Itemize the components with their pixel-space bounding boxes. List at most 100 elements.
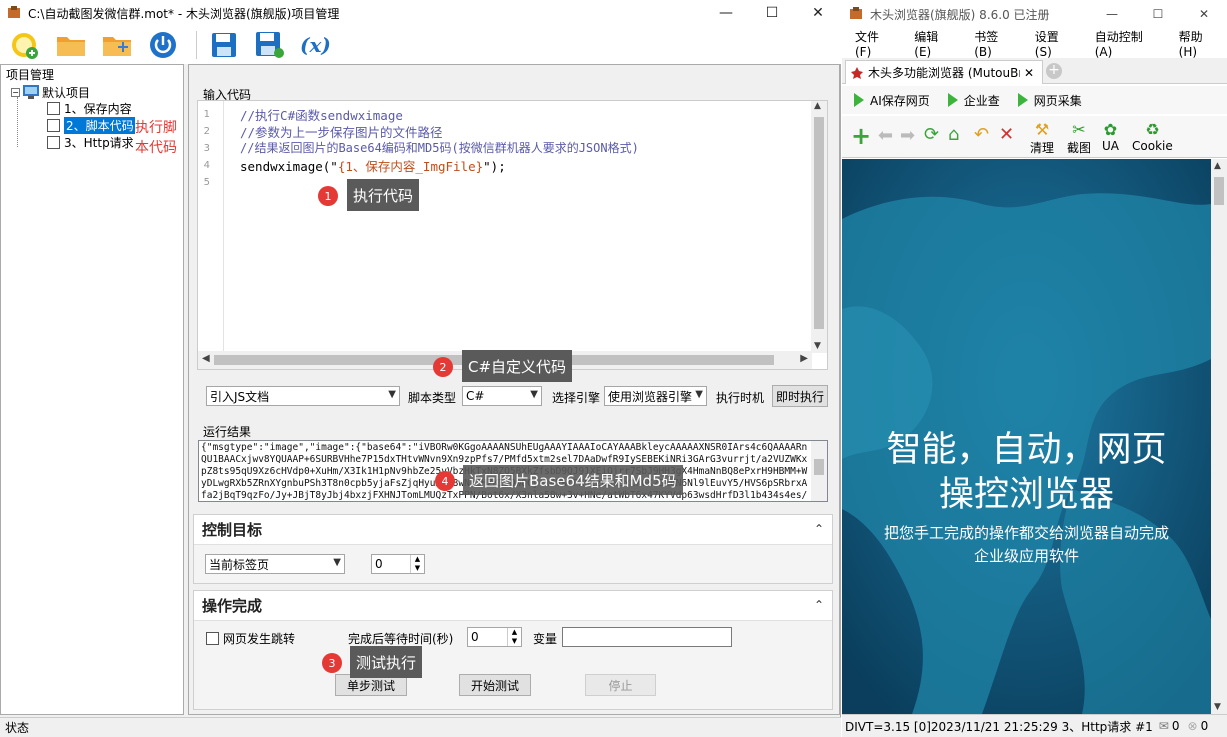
menu-edit[interactable]: 编辑(E) [914, 28, 954, 59]
immediate-run-button[interactable]: 即时执行 [772, 385, 828, 407]
tree-item-checkbox[interactable] [47, 118, 60, 132]
scroll-thumb[interactable] [814, 117, 824, 329]
scissors-icon: ✂ [1072, 120, 1086, 139]
scroll-down-icon[interactable]: ▼ [814, 341, 821, 351]
screenshot-button[interactable]: ✂ 截图 [1067, 120, 1091, 156]
variables-button[interactable]: (x) [299, 28, 333, 62]
scroll-up-icon[interactable]: ▲ [1214, 161, 1221, 171]
browser-status-text: DIVT=3.15 [0]2023/11/21 21:25:29 3、Http请… [845, 719, 1153, 734]
browser-minimize-button[interactable]: — [1089, 0, 1135, 28]
project-tree-title: 项目管理 [6, 68, 55, 82]
power-icon [150, 32, 176, 58]
add-folder-button[interactable] [100, 28, 134, 62]
variable-input[interactable] [562, 627, 732, 647]
recycle-icon: ♻ [1145, 120, 1160, 139]
menu-automation[interactable]: 自动控制(A) [1095, 28, 1159, 59]
import-js-select[interactable]: 引入JS文档 ▼ [206, 386, 400, 406]
stepper-up-icon[interactable]: ▲ [507, 628, 521, 637]
code-line: //结果返回图片的Base64编码和MD5码(按微信群机器人要求的JSON格式) [240, 141, 639, 155]
tab-close-icon[interactable]: ✕ [1024, 66, 1034, 80]
tree-item-script-code[interactable]: 2、脚本代码 [47, 116, 136, 134]
browser-close-button[interactable]: ✕ [1181, 0, 1227, 28]
target-tab-value: 当前标签页 [209, 557, 270, 572]
tree-annotation: 执行脚本代码 [135, 117, 183, 157]
annotation-tip-4: 返回图片Base64结果和Md5码 [463, 465, 683, 495]
fav-company-check[interactable]: 企业查 [947, 92, 1000, 109]
browser-maximize-button[interactable]: ☐ [1135, 0, 1181, 28]
tab-favicon-icon [851, 66, 863, 79]
maximize-button[interactable]: ☐ [749, 0, 795, 26]
open-folder-button[interactable] [54, 28, 88, 62]
browser-tab[interactable]: 木头多功能浏览器 (MutouBro ✕ [845, 60, 1043, 84]
menu-settings[interactable]: 设置(S) [1035, 28, 1075, 59]
menu-help[interactable]: 帮助(H) [1179, 28, 1220, 59]
undo-icon[interactable]: ↶ [974, 124, 989, 145]
target-index-stepper[interactable]: 0 ▲ ▼ [371, 554, 425, 574]
scroll-right-icon[interactable]: ▶ [800, 353, 808, 364]
scroll-thumb[interactable] [814, 459, 824, 475]
collapse-icon[interactable]: ⌃ [814, 522, 824, 536]
stepper-down-icon[interactable]: ▼ [410, 564, 424, 573]
page-jump-checkbox-row[interactable]: 网页发生跳转 [206, 630, 295, 647]
scroll-up-icon[interactable]: ▲ [814, 101, 821, 111]
engine-select[interactable]: 使用浏览器引擎 ▼ [604, 386, 707, 406]
save-as-button[interactable] [253, 28, 287, 62]
minimize-button[interactable]: — [703, 0, 749, 26]
page-jump-label: 网页发生跳转 [223, 632, 296, 646]
result-scrollbar[interactable] [811, 441, 827, 501]
code-editor[interactable]: 1 2 3 4 5 //执行C#函数sendwximage //参数为上一步保存… [197, 100, 828, 370]
collapse-icon[interactable]: ⌃ [814, 598, 824, 612]
refresh-icon[interactable]: ⟳ [924, 124, 939, 145]
forward-arrow-icon[interactable]: ➡ [900, 125, 915, 146]
clean-button[interactable]: ⚒ 清理 [1030, 120, 1054, 156]
error-icon[interactable]: ⊗ [1188, 719, 1198, 733]
browser-title-bar: 木头浏览器(旗舰版) 8.6.0 已注册 — ☐ ✕ [842, 0, 1227, 28]
ua-button[interactable]: ✿ UA [1102, 120, 1119, 153]
scroll-down-icon[interactable]: ▼ [1214, 702, 1221, 712]
favorites-bar: AI保存网页 企业查 网页采集 [842, 86, 1227, 114]
save-button[interactable] [207, 28, 241, 62]
stepper-up-icon[interactable]: ▲ [410, 555, 424, 564]
tool-label: UA [1102, 139, 1119, 153]
start-test-button[interactable]: 开始测试 [459, 674, 531, 696]
power-button[interactable] [146, 28, 180, 62]
fav-web-scrape[interactable]: 网页采集 [1017, 92, 1082, 109]
tree-item-checkbox[interactable] [47, 135, 60, 149]
cookie-button[interactable]: ♻ Cookie [1132, 120, 1173, 153]
wait-time-value: 0 [471, 630, 479, 644]
browser-vertical-scrollbar[interactable]: ▲ ▼ [1211, 159, 1227, 714]
stop-button[interactable]: 停止 [585, 674, 656, 696]
wait-time-stepper[interactable]: 0 ▲ ▼ [467, 627, 522, 647]
stepper-down-icon[interactable]: ▼ [507, 637, 521, 646]
scroll-thumb[interactable] [1214, 177, 1224, 205]
finish-header[interactable]: 操作完成 [194, 591, 832, 621]
target-tab-select[interactable]: 当前标签页 ▼ [205, 554, 345, 574]
add-icon[interactable]: + [851, 124, 871, 148]
close-button[interactable]: ✕ [795, 0, 841, 26]
new-tab-icon[interactable]: + [1046, 63, 1062, 79]
collapse-toggle-icon[interactable]: − [11, 87, 20, 97]
stop-icon[interactable]: ✕ [999, 124, 1014, 145]
tree-item-checkbox[interactable] [47, 101, 60, 115]
page-jump-checkbox[interactable] [206, 632, 219, 645]
tree-item-http-request[interactable]: 3、Http请求 [47, 134, 134, 150]
editor-vertical-scrollbar[interactable]: ▲ ▼ [811, 101, 827, 353]
fav-ai-save-page[interactable]: AI保存网页 [854, 92, 930, 109]
home-icon[interactable]: ⌂ [948, 124, 959, 145]
annotation-tip-1: 执行代码 [347, 179, 420, 211]
tree-item-save-content[interactable]: 1、保存内容 [47, 100, 132, 116]
control-target-header[interactable]: 控制目标 [194, 515, 832, 545]
new-project-button[interactable] [8, 28, 42, 62]
annotation-badge-1: 1 [318, 186, 338, 206]
menu-file[interactable]: 文件(F) [855, 28, 894, 59]
tree-root[interactable]: − 默认项目 [11, 84, 90, 100]
result-label: 运行结果 [203, 425, 252, 439]
scroll-left-icon[interactable]: ◀ [202, 353, 210, 364]
menu-bookmarks[interactable]: 书签(B) [974, 28, 1015, 59]
back-arrow-icon[interactable]: ⬅ [878, 125, 893, 146]
browser-web-content[interactable]: 智能，自动，网页 操控浏览器 把您手工完成的操作都交给浏览器自动完成 企业级应用… [842, 159, 1211, 714]
script-type-select[interactable]: C# ▼ [462, 386, 542, 406]
tree-root-label: 默认项目 [42, 85, 91, 100]
message-icon[interactable]: ✉ [1159, 719, 1169, 733]
line-number: 2 [203, 126, 210, 137]
